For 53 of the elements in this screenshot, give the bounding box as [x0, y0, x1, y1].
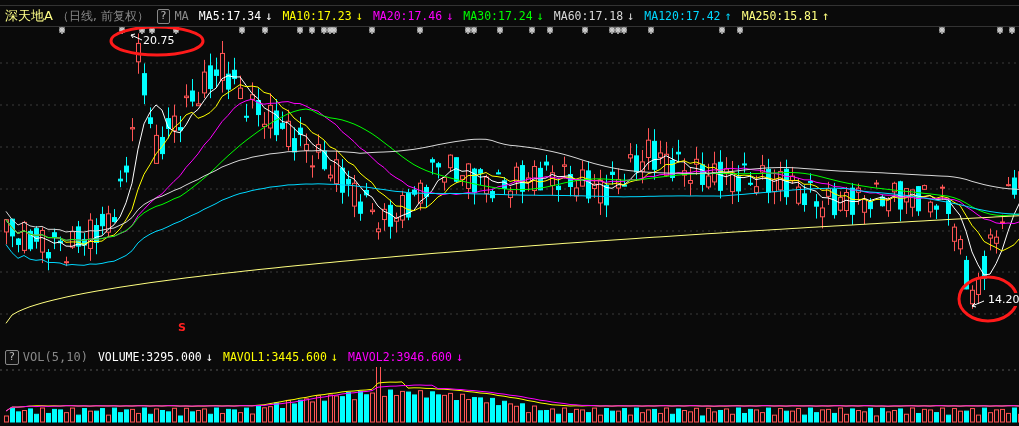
- event-marker-icon: [996, 27, 1004, 35]
- trend-arrow: ↓: [455, 350, 464, 364]
- trend-arrow: ↑: [724, 9, 732, 23]
- volume-value: VOLUME:3295.000: [97, 350, 202, 364]
- low-price-label: 14.20: [987, 293, 1019, 306]
- event-marker-icon: [148, 27, 156, 35]
- event-marker-icon: [736, 27, 744, 35]
- high-price-label: 20.75: [143, 34, 175, 47]
- help-button[interactable]: ?: [5, 349, 19, 365]
- event-marker-icon: [261, 27, 269, 35]
- ma-value: MA120:17.42: [644, 9, 721, 23]
- pointer-arrow: [971, 300, 985, 308]
- trend-arrow: ↓: [627, 9, 635, 23]
- ma-value: MA60:17.18: [553, 9, 624, 23]
- highlight-circle: [957, 275, 1019, 323]
- event-marker-icon: [581, 27, 589, 35]
- chart-mode-label: （日线, 前复权）: [56, 7, 149, 25]
- signal-marker: S: [178, 321, 186, 334]
- help-button[interactable]: ?: [156, 8, 171, 24]
- event-marker-icon: [118, 27, 126, 35]
- event-marker-icon: [368, 27, 376, 35]
- ma-value: MA20:17.46: [372, 9, 443, 23]
- ma-value: MA30:17.24: [463, 9, 533, 23]
- event-marker-icon: [1008, 27, 1016, 35]
- stock-title: 深天地A: [5, 7, 53, 25]
- event-marker-icon: [172, 27, 180, 35]
- trend-arrow: ↓: [446, 9, 454, 23]
- event-marker-icon: [296, 27, 304, 35]
- event-marker-icon: [528, 27, 536, 35]
- indicator-label: MA: [174, 9, 189, 23]
- trend-arrow: ↓: [265, 9, 273, 23]
- event-marker-icon: [238, 27, 246, 35]
- trend-arrow: ↑: [821, 9, 830, 23]
- volume-value: MAVOL2:3946.600: [348, 350, 452, 364]
- ma-value: MA250:15.81: [741, 9, 818, 23]
- ma-value: MA5:17.34: [198, 9, 262, 23]
- trend-arrow: ↓: [355, 9, 363, 23]
- trend-arrow: ↓: [330, 350, 339, 364]
- indicator-label: VOL(5,10): [22, 350, 88, 364]
- event-marker-icon: [496, 27, 504, 35]
- event-marker-icon: [58, 27, 66, 35]
- event-marker-icon: [308, 27, 316, 35]
- event-marker-icon: [647, 27, 655, 35]
- event-marker-icon: [416, 27, 424, 35]
- trend-arrow: ↓: [536, 9, 544, 23]
- event-marker-icon: [546, 27, 554, 35]
- pointer-arrow: [130, 33, 143, 41]
- event-marker-icon: [718, 27, 726, 35]
- ma-value: MA10:17.23: [282, 9, 352, 23]
- trend-arrow: ↓: [205, 350, 213, 364]
- event-marker-icon: [138, 27, 146, 35]
- event-marker-icon: [938, 27, 946, 35]
- volume-value: MAVOL1:3445.600: [222, 350, 327, 364]
